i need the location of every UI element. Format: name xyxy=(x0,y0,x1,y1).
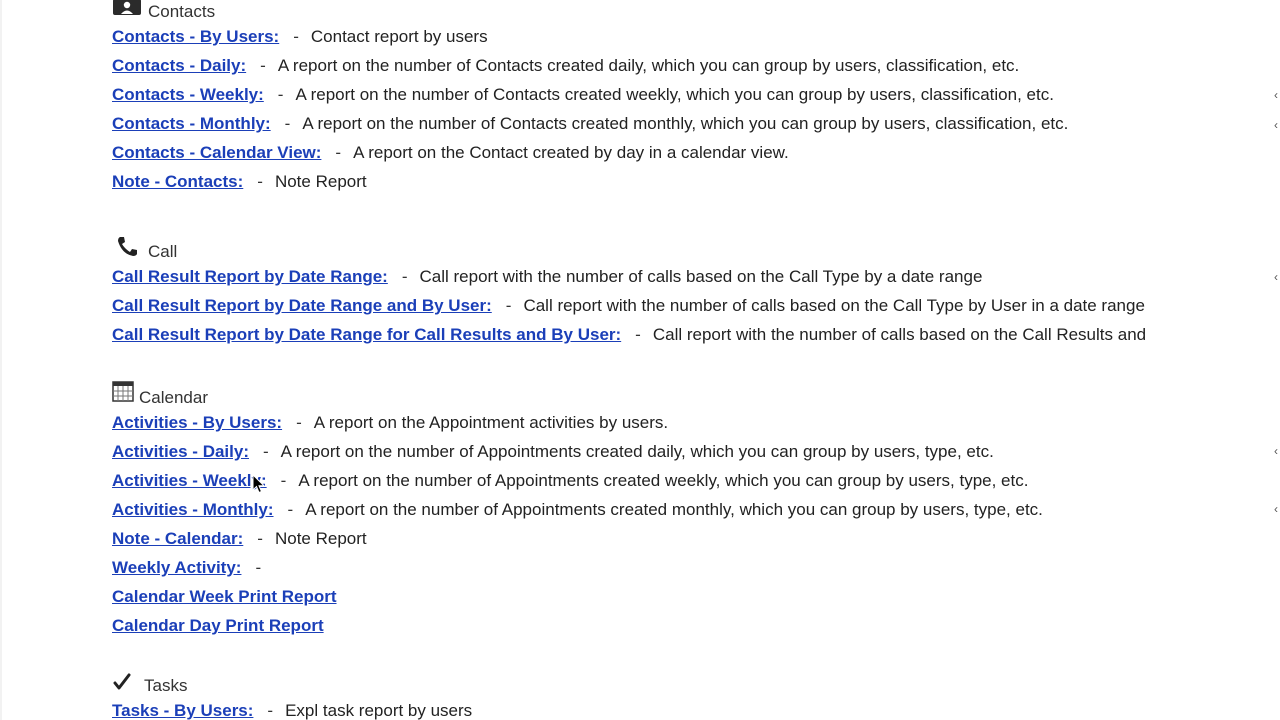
report-row: Contacts - Monthly: - A report on the numb… xyxy=(112,109,1280,138)
report-description: Call report with the number of calls bas… xyxy=(523,296,1145,315)
report-description: A report on the number of Appointments c… xyxy=(298,471,1029,490)
contacts-calendar-view-link[interactable]: Contacts - Calendar View: xyxy=(112,143,321,162)
report-row: Note - Contacts: - Note Report xyxy=(112,167,1280,196)
report-row: Call Result Report by Date Range for Cal… xyxy=(112,320,1280,349)
call-result-by-date-range-and-user-link[interactable]: Call Result Report by Date Range and By … xyxy=(112,296,492,315)
reports-page: Contacts Contacts - By Users: - Contact re… xyxy=(0,0,1280,720)
separator: - xyxy=(257,172,263,191)
report-row: Contacts - By Users: - Contact report by u… xyxy=(112,22,1280,51)
separator: - xyxy=(260,56,266,75)
separator: - xyxy=(257,529,263,548)
separator: - xyxy=(335,143,342,162)
tasks-by-users-link[interactable]: Tasks - By Users: xyxy=(112,701,253,720)
weekly-activity-link[interactable]: Weekly Activity: xyxy=(112,558,241,577)
report-description: Note Report xyxy=(274,529,367,548)
separator: - xyxy=(255,558,262,577)
report-row: Note - Calendar: - Note Report xyxy=(112,524,1280,553)
report-row: Contacts - Calendar View: - A report on th… xyxy=(112,138,1280,167)
separator: - xyxy=(280,471,287,490)
separator: - xyxy=(635,325,641,344)
report-description: A report on the number of Contacts creat… xyxy=(277,56,1020,75)
report-description: Call report with the number of calls bas… xyxy=(419,267,983,286)
contacts-title: Contacts xyxy=(148,2,216,21)
contacts-daily-link[interactable]: Contacts - Daily: xyxy=(112,56,246,75)
separator: - xyxy=(401,267,408,286)
checkmark-icon xyxy=(112,673,132,696)
separator: - xyxy=(287,500,294,519)
edge-fragment: ‹ xyxy=(1274,444,1278,458)
activities-monthly-link[interactable]: Activities - Monthly: xyxy=(112,500,274,519)
report-row: Calendar Week Print Report xyxy=(112,582,1280,611)
contacts-monthly-link[interactable]: Contacts - Monthly: xyxy=(112,114,271,133)
report-row: Contacts - Daily: - A report on the number… xyxy=(112,51,1280,80)
report-description: Call report with the number of calls bas… xyxy=(652,325,1147,344)
call-result-for-call-results-and-user-link[interactable]: Call Result Report by Date Range for Cal… xyxy=(112,325,621,344)
activities-weekly-link[interactable]: Activities - Weekly: xyxy=(112,471,267,490)
contact-card-icon xyxy=(112,0,142,22)
report-description: Contact report by users xyxy=(310,27,488,46)
calendar-week-print-report-link[interactable]: Calendar Week Print Report xyxy=(112,587,337,606)
phone-icon xyxy=(112,235,142,262)
note-contacts-link[interactable]: Note - Contacts: xyxy=(112,172,243,191)
edge-fragment: ‹ xyxy=(1274,270,1278,284)
separator: - xyxy=(293,27,299,46)
report-description: A report on the number of Contacts creat… xyxy=(295,85,1054,104)
call-header: Call xyxy=(112,236,1280,262)
call-title: Call xyxy=(148,242,178,261)
calendar-title: Calendar xyxy=(139,388,208,407)
report-row: Tasks - By Users: - Expl task report by us… xyxy=(112,696,1280,720)
report-description: A report on the Appointment activities b… xyxy=(313,413,669,432)
calendar-day-print-report-link[interactable]: Calendar Day Print Report xyxy=(112,616,324,635)
report-row: Calendar Day Print Report xyxy=(112,611,1280,640)
report-row: Activities - By Users: - A report on the A… xyxy=(112,408,1280,437)
activities-daily-link[interactable]: Activities - Daily: xyxy=(112,442,249,461)
tasks-section: Tasks Tasks - By Users: - Expl task report… xyxy=(112,672,1280,720)
report-description: A report on the Contact created by day i… xyxy=(353,143,789,162)
contacts-section: Contacts Contacts - By Users: - Contact re… xyxy=(112,0,1280,196)
call-result-by-date-range-link[interactable]: Call Result Report by Date Range: xyxy=(112,267,388,286)
call-section: Call Call Result Report by Date Range: - C… xyxy=(112,236,1280,349)
report-row: Call Result Report by Date Range and By … xyxy=(112,291,1280,320)
report-description: Expl task report by users xyxy=(285,701,473,720)
note-calendar-link[interactable]: Note - Calendar: xyxy=(112,529,243,548)
report-description: Note Report xyxy=(274,172,367,191)
tasks-title: Tasks xyxy=(144,676,188,695)
report-row: Contacts - Weekly: - A report on the numbe… xyxy=(112,80,1280,109)
separator: - xyxy=(284,114,291,133)
calendar-header: Calendar xyxy=(112,380,1280,408)
separator: - xyxy=(263,442,269,461)
report-row: Activities - Monthly: - A report on the nu… xyxy=(112,495,1280,524)
report-row: Activities - Daily: - A report on the numb… xyxy=(112,437,1280,466)
separator: - xyxy=(267,701,274,720)
edge-fragment: ‹ xyxy=(1274,502,1278,516)
report-description: A report on the number of Contacts creat… xyxy=(302,114,1069,133)
edge-fragment: ‹ xyxy=(1274,88,1278,102)
report-description: A report on the number of Appointments c… xyxy=(305,500,1043,519)
separator: - xyxy=(505,296,512,315)
separator: - xyxy=(277,85,284,104)
tasks-header: Tasks xyxy=(112,672,1280,696)
contacts-weekly-link[interactable]: Contacts - Weekly: xyxy=(112,85,264,104)
calendar-section: Calendar Activities - By Users: - A report… xyxy=(112,380,1280,640)
report-description: A report on the number of Appointments c… xyxy=(280,442,994,461)
separator: - xyxy=(296,413,302,432)
activities-by-users-link[interactable]: Activities - By Users: xyxy=(112,413,282,432)
calendar-icon xyxy=(112,381,134,408)
mouse-cursor-icon xyxy=(252,474,266,494)
contacts-header: Contacts xyxy=(112,0,1280,22)
report-row: Weekly Activity: - xyxy=(112,553,1280,582)
left-border xyxy=(0,0,2,720)
report-row: Activities - Weekly: - A report on the num… xyxy=(112,466,1280,495)
report-row: Call Result Report by Date Range: - Call r… xyxy=(112,262,1280,291)
contacts-by-users-link[interactable]: Contacts - By Users: xyxy=(112,27,279,46)
edge-fragment: ‹ xyxy=(1274,118,1278,132)
